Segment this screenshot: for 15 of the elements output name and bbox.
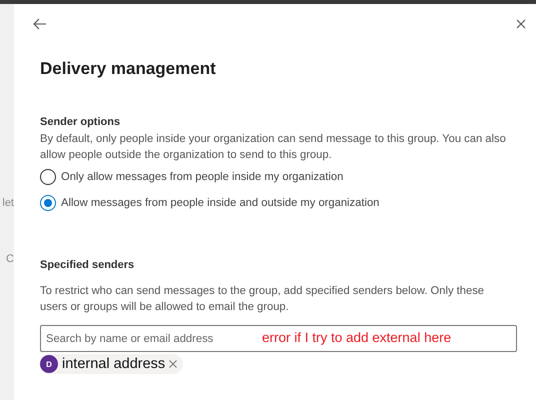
chip-label: internal address [62,356,166,372]
background-text: C [6,253,14,265]
annotation-text: error if I try to add external here [262,330,452,345]
avatar: D [40,355,58,373]
back-icon[interactable] [33,18,47,30]
remove-icon[interactable] [169,360,178,368]
close-icon[interactable] [516,19,526,29]
radio-option[interactable]: Allow messages from people inside and outside my organization [40,195,536,211]
panel-title: Delivery management [40,59,217,79]
section-heading: Specified senders [40,259,136,271]
section-heading: Sender options [40,116,122,128]
radio-option[interactable]: Only allow messages from people inside my organization [40,169,536,185]
background-text: let [2,197,14,209]
section-description: To restrict who can send messages to the group, add specified senders below. Only these users or groups will be allowed to email the group. [40,284,486,315]
section-description: By default, only people inside your organization can send message to this group. You can also allow people outside the organization to send to this group. [40,132,507,163]
